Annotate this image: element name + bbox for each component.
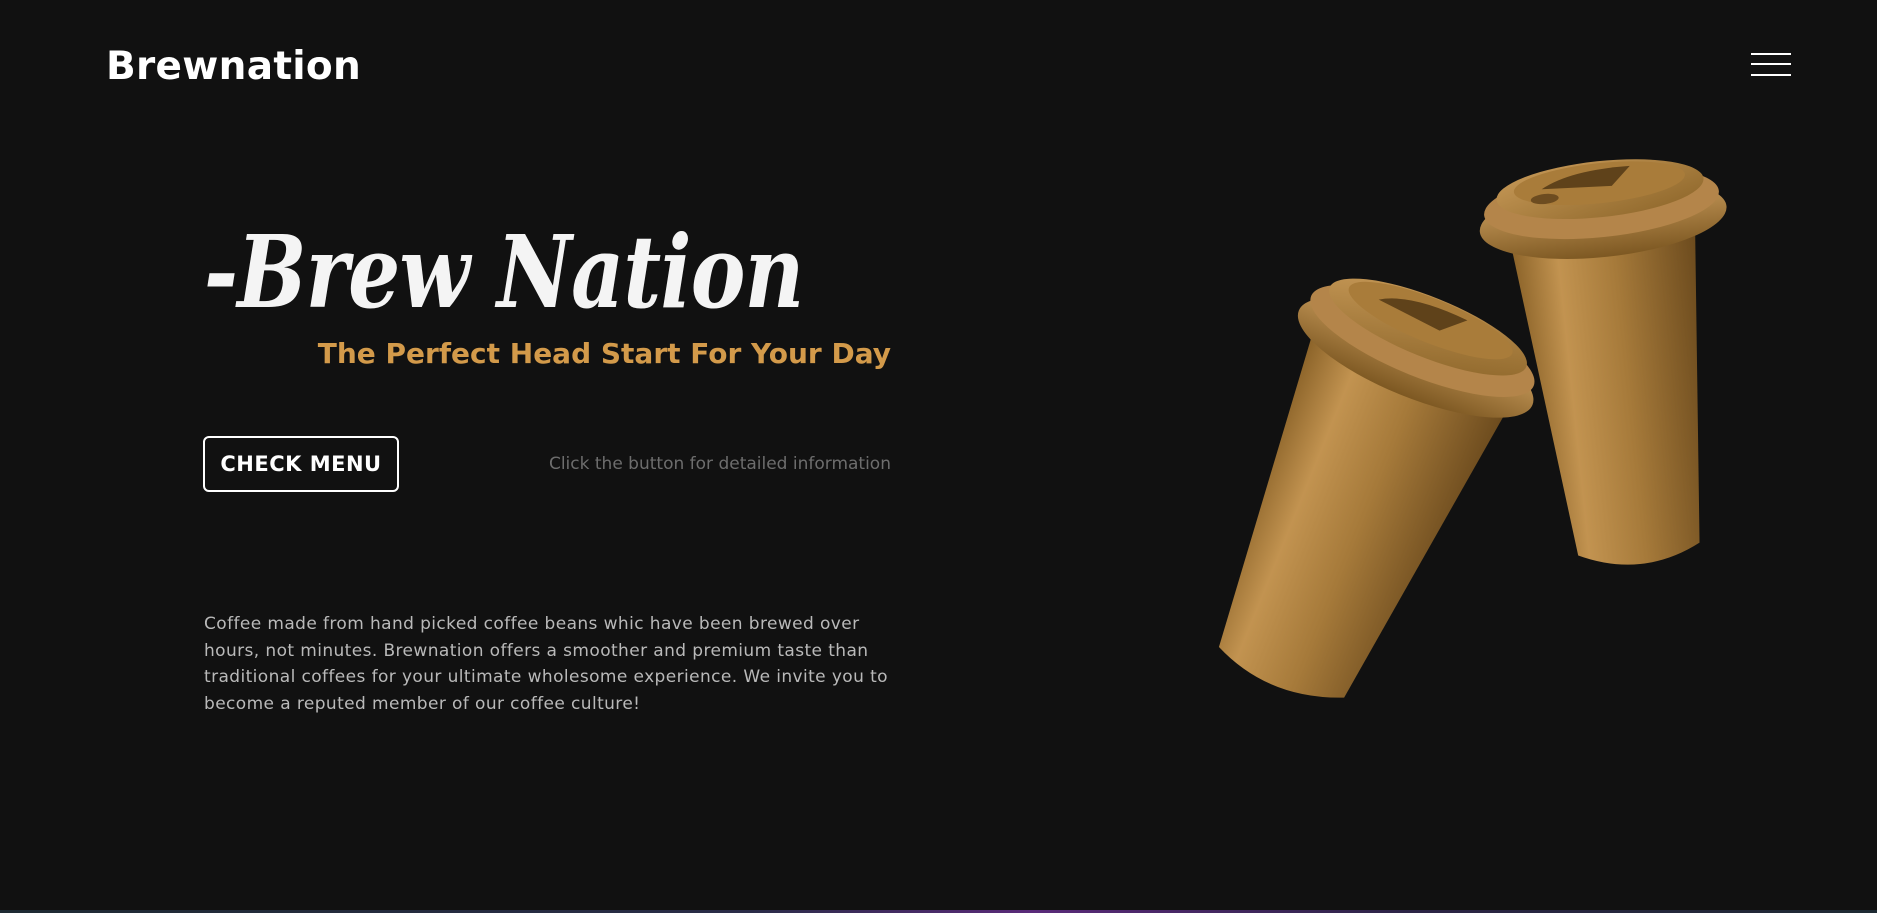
hero-title: -Brew Nation — [204, 213, 804, 331]
menu-bar-top — [1751, 53, 1791, 55]
cta-hint-text: Click the button for detailed informatio… — [548, 454, 891, 474]
coffee-cups-image — [1218, 159, 1727, 698]
hamburger-menu-icon[interactable] — [1751, 52, 1791, 78]
menu-bar-bottom — [1751, 74, 1791, 76]
hero-description: Coffee made from hand picked coffee bean… — [204, 614, 888, 714]
check-menu-button[interactable]: CHECK MENU — [203, 436, 399, 492]
menu-bar-middle — [1751, 63, 1791, 65]
brand-logo[interactable]: Brewnation — [106, 42, 361, 92]
hero-subtitle: The Perfect Head Start For Your Day — [317, 337, 891, 370]
left-cup — [1218, 278, 1535, 698]
